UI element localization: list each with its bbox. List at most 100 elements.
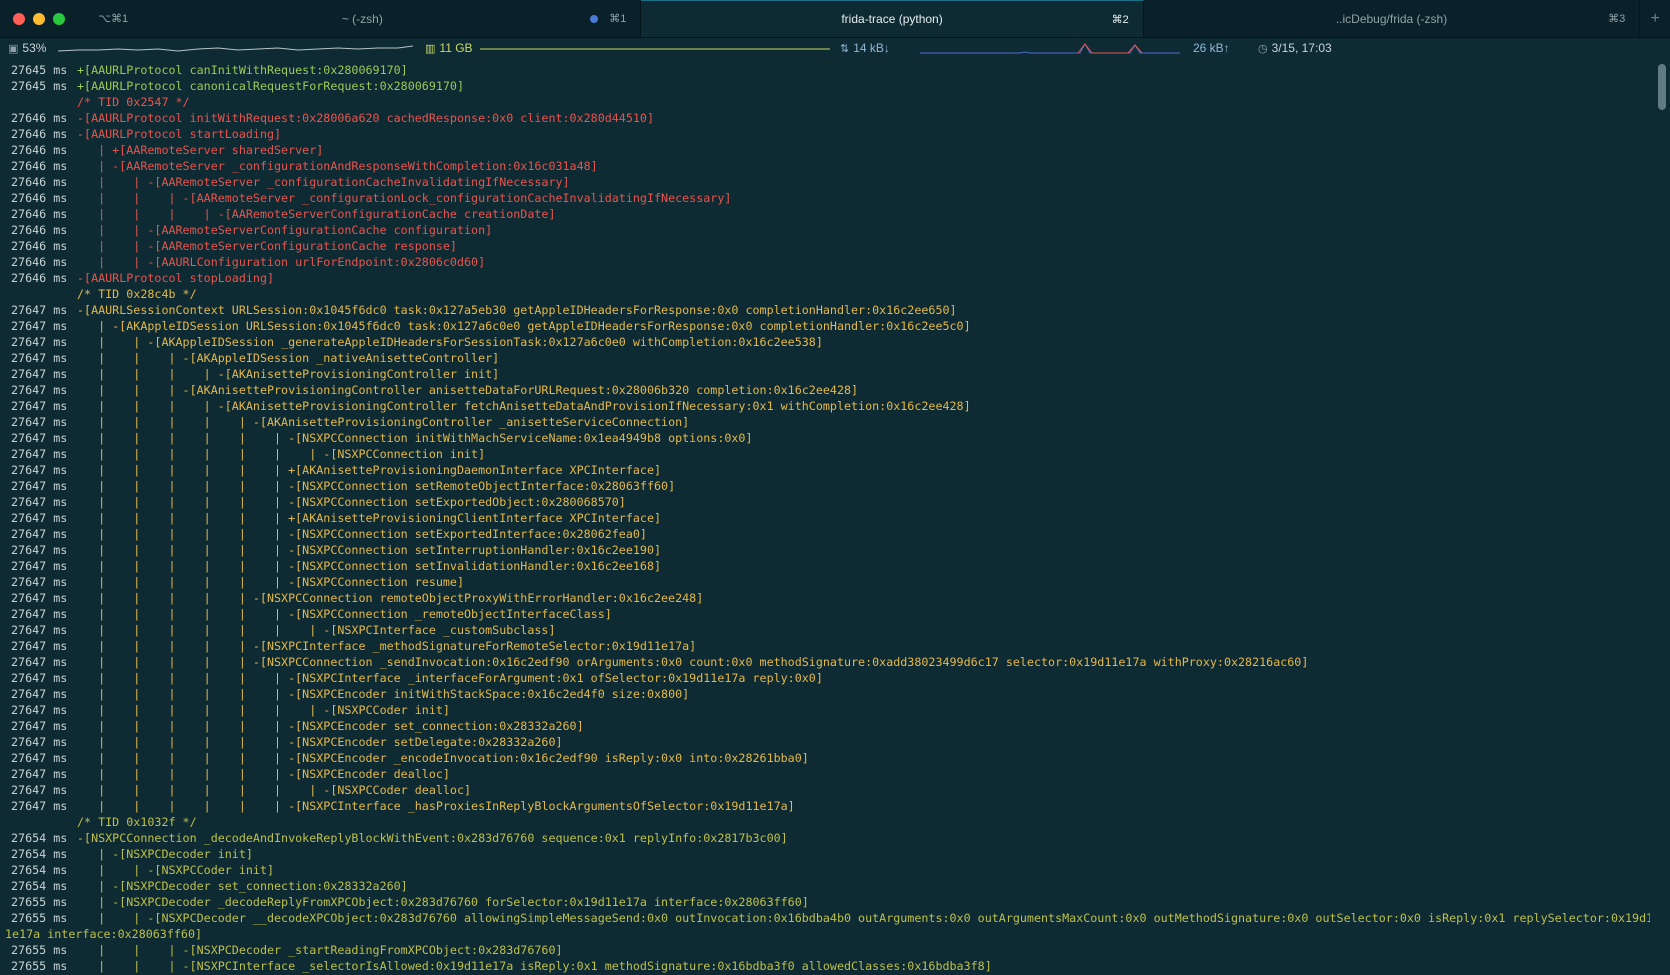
trace-text: | | | | | | -[NSXPCConnection initWithMa… (77, 431, 753, 445)
trace-text: | | | | | | | -[NSXPCCoder init] (77, 703, 450, 717)
timestamp: 27647 ms (11, 335, 68, 349)
trace-text: | | | -[AKAppleIDSession _nativeAnisette… (77, 351, 500, 365)
terminal-line: 27647 ms | | | | | | -[NSXPCConnection r… (0, 574, 1650, 590)
trace-text: | | | | -[AARemoteServerConfigurationCac… (77, 207, 556, 221)
timestamp: 27646 ms (11, 143, 68, 157)
terminal-line: 27654 ms -[NSXPCConnection _decodeAndInvo… (0, 830, 1650, 846)
timestamp: 27647 ms (11, 399, 68, 413)
terminal-line: 27655 ms | | -[NSXPCDecoder __decodeXPCO… (0, 910, 1650, 926)
clock-value: 3/15, 17:03 (1271, 41, 1332, 55)
terminal-line: 27646 ms | | | | -[AARemoteServerConfigu… (0, 206, 1650, 222)
terminal-output[interactable]: 27645 ms +[AAURLProtocol canInitWithReque… (0, 62, 1650, 975)
tab-shortcut: ⌘1 (609, 13, 627, 25)
timestamp: 27647 ms (11, 719, 68, 733)
timestamp: 27647 ms (11, 559, 68, 573)
tab-left-shortcut: ⌥⌘1 (98, 13, 129, 25)
timestamp: 27646 ms (11, 223, 68, 237)
timestamp: 27646 ms (11, 175, 68, 189)
trace-text: | | | | | -[AKAnisetteProvisioningContro… (77, 415, 690, 429)
timestamp: 27647 ms (11, 479, 68, 493)
close-window-button[interactable] (13, 12, 25, 25)
trace-text: | | | | | | -[NSXPCConnection setRemoteO… (77, 479, 676, 493)
timestamp: 27655 ms (11, 911, 68, 925)
timestamp: 27646 ms (11, 127, 68, 141)
tab-frida-trace[interactable]: frida-trace (python) ⌘2 (641, 0, 1144, 37)
trace-text: | | | | | -[NSXPCInterface _methodSignat… (77, 639, 697, 653)
trace-text: | | | | | | -[NSXPCConnection _remoteObj… (77, 607, 612, 621)
terminal-line: 27647 ms | | | | | -[NSXPCInterface _met… (0, 638, 1650, 654)
timestamp: 27647 ms (11, 783, 68, 797)
cpu-sparkline (58, 45, 413, 52)
trace-text: | | -[AARemoteServerConfigurationCache r… (77, 239, 457, 253)
timestamp: 27647 ms (11, 735, 68, 749)
minimize-window-button[interactable] (33, 12, 45, 25)
trace-text: | | | | | | -[NSXPCEncoder setDelegate:0… (77, 735, 563, 749)
trace-text: | | | | | | -[NSXPCConnection setExporte… (77, 527, 647, 541)
terminal-line: 1e17a interface:0x28063ff60] (0, 926, 1650, 942)
timestamp: 27647 ms (11, 431, 68, 445)
terminal-line: /* TID 0x2547 */ (0, 94, 1650, 110)
timestamp: 27646 ms (11, 159, 68, 173)
timestamp: 27647 ms (11, 607, 68, 621)
trace-text: +[AAURLProtocol canInitWithRequest:0x280… (77, 63, 408, 77)
timestamp: 27646 ms (11, 255, 68, 269)
terminal-line: 27646 ms | | | -[AARemoteServer _configu… (0, 190, 1650, 206)
trace-text: | | | | | | | -[NSXPCConnection init] (77, 447, 486, 461)
scrollbar-thumb[interactable] (1658, 64, 1666, 110)
trace-text: | | | -[NSXPCDecoder _startReadingFromXP… (77, 943, 563, 957)
timestamp: 27647 ms (11, 415, 68, 429)
terminal-line: 27647 ms | | | | | | -[NSXPCConnection i… (0, 430, 1650, 446)
tab-label: frida-trace (python) (841, 12, 943, 26)
trace-text: | | -[AARemoteServerConfigurationCache c… (77, 223, 493, 237)
terminal-line: 27647 ms | | | | | | -[NSXPCEncoder init… (0, 686, 1650, 702)
timestamp: 27655 ms (11, 943, 68, 957)
terminal-line: 27647 ms | | | | | | -[NSXPCConnection s… (0, 542, 1650, 558)
memory-value: 11 GB (439, 41, 473, 55)
timestamp: 27647 ms (11, 527, 68, 541)
window-controls (0, 0, 84, 37)
trace-text: | | | | | | -[NSXPCEncoder dealloc] (77, 767, 450, 781)
zoom-window-button[interactable] (53, 12, 65, 25)
tab-zsh-1[interactable]: ⌥⌘1 ~ (-zsh) ⌘1 (84, 0, 642, 37)
scrollbar[interactable] (1658, 62, 1666, 975)
timestamp: 27647 ms (11, 639, 68, 653)
terminal-line: 27647 ms | | | -[AKAppleIDSession _nativ… (0, 350, 1650, 366)
terminal-line: 27647 ms | | | | | | | -[NSXPCCoder deal… (0, 782, 1650, 798)
terminal-line: 27654 ms | | -[NSXPCCoder init] (0, 862, 1650, 878)
timestamp: 27654 ms (11, 863, 68, 877)
timestamp: 27646 ms (11, 207, 68, 221)
terminal-line: 27647 ms | | | | | -[NSXPCConnection rem… (0, 590, 1650, 606)
timestamp: 27647 ms (11, 623, 68, 637)
terminal-line: 27647 ms | | | | | | -[NSXPCInterface _h… (0, 798, 1650, 814)
trace-text: | | | | | | -[NSXPCConnection setExporte… (77, 495, 626, 509)
timestamp: 27654 ms (11, 847, 68, 861)
terminal-line: 27647 ms | | | | | | -[NSXPCConnection s… (0, 526, 1650, 542)
timestamp: 27647 ms (11, 799, 68, 813)
trace-text: | +[AARemoteServer sharedServer] (77, 143, 324, 157)
new-tab-button[interactable]: + (1640, 0, 1670, 37)
trace-text: -[AAURLProtocol initWithRequest:0x28006a… (77, 111, 654, 125)
memory-icon: ▥ (425, 42, 436, 55)
timestamp: 27647 ms (11, 383, 68, 397)
trace-text: | | | | -[AKAnisetteProvisioningControll… (77, 399, 971, 413)
terminal-line: 27655 ms | -[NSXPCDecoder _decodeReplyFr… (0, 894, 1650, 910)
terminal-line: 27647 ms | | | | | | -[NSXPCConnection s… (0, 558, 1650, 574)
trace-text: /* TID 0x2547 */ (77, 95, 190, 109)
timestamp: 27647 ms (11, 463, 68, 477)
terminal-line: 27647 ms | | | | -[AKAnisetteProvisionin… (0, 398, 1650, 414)
cpu-value: 53% (22, 41, 47, 55)
terminal-line: 27655 ms | | | -[NSXPCDecoder _startRead… (0, 942, 1650, 958)
tab-frida-zsh[interactable]: ..icDebug/frida (-zsh) ⌘3 (1144, 0, 1641, 37)
trace-text: | | -[NSXPCCoder init] (77, 863, 275, 877)
timestamp: 27646 ms (11, 111, 68, 125)
trace-text: | | | -[AARemoteServer _configurationLoc… (77, 191, 732, 205)
network-up-value: 26 kB↑ (1193, 41, 1230, 55)
timestamp: 27647 ms (11, 511, 68, 525)
timestamp: 27647 ms (11, 575, 68, 589)
timestamp: 27647 ms (11, 367, 68, 381)
terminal-line: /* TID 0x1032f */ (0, 814, 1650, 830)
cpu-status: ▣ 53% (8, 41, 46, 55)
terminal-line: 27647 ms | | | | | | -[NSXPCEncoder deal… (0, 766, 1650, 782)
terminal-line: 27646 ms | -[AARemoteServer _configurati… (0, 158, 1650, 174)
trace-text: | -[AKAppleIDSession URLSession:0x1045f6… (77, 319, 971, 333)
